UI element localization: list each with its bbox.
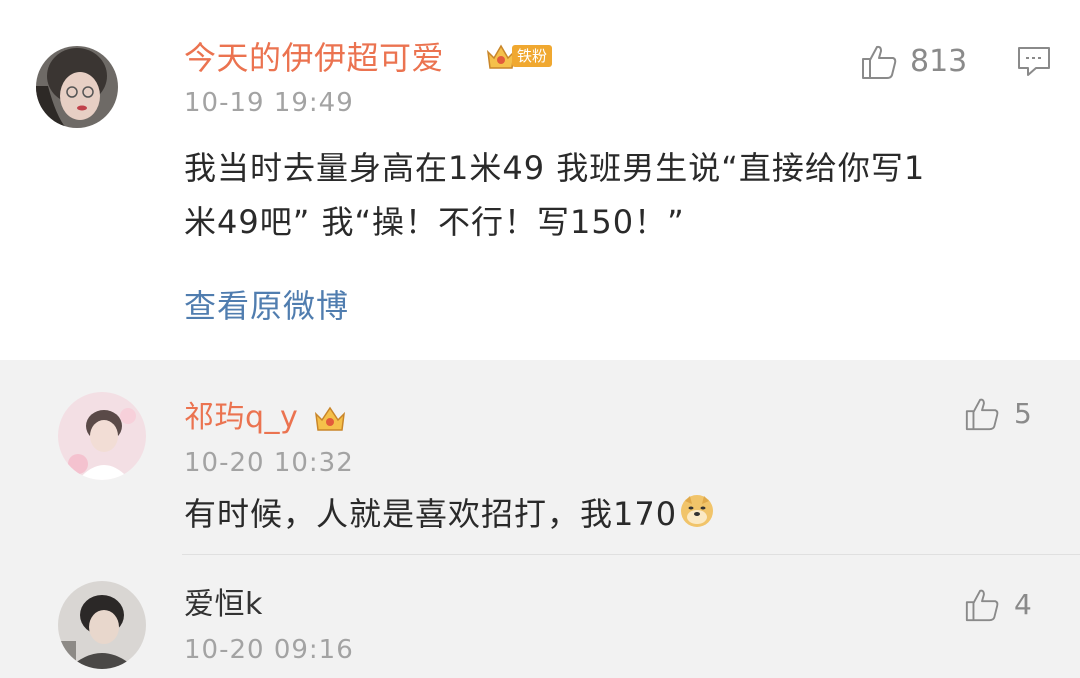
comment-text-line2: 米49吧” 我“操！不行！写150！”: [184, 203, 685, 241]
view-original-link[interactable]: 查看原微博: [184, 282, 349, 330]
comment-time: 10-20 10:32: [184, 448, 354, 478]
like-button[interactable]: 4: [964, 585, 1032, 625]
comment-icon[interactable]: [1016, 44, 1052, 78]
avatar[interactable]: [58, 581, 146, 669]
username[interactable]: 今天的伊伊超可爱: [184, 34, 444, 82]
avatar[interactable]: [36, 46, 118, 128]
like-count: 5: [1014, 397, 1032, 430]
thumbs-up-icon: [965, 589, 999, 622]
comment-text-body: 有时候，人就是喜欢招打，我170: [184, 495, 678, 533]
main-comment: 今天的伊伊超可爱 铁粉 10-19 19:49 813 我当时去量身高在1米49…: [0, 0, 1080, 360]
reply-list: 祁玙q_y 10-20 10:32 5 有时候，人就是喜欢招打，我170 爱恒k…: [0, 360, 1080, 678]
username[interactable]: 祁玙q_y: [184, 396, 298, 440]
like-count: 813: [910, 44, 968, 79]
list-item: 祁玙q_y 10-20 10:32 5 有时候，人就是喜欢招打，我170: [0, 360, 1080, 554]
crown-icon: [314, 406, 346, 431]
badge-label: 铁粉: [512, 45, 553, 67]
like-button[interactable]: 5: [964, 394, 1032, 434]
comment-time: 10-20 09:16: [184, 635, 354, 665]
fan-badge: 铁粉: [484, 40, 564, 72]
like-count: 4: [1014, 588, 1032, 621]
avatar[interactable]: [58, 392, 146, 480]
comment-text: 有时候，人就是喜欢招打，我170: [184, 490, 715, 538]
comment-time: 10-19 19:49: [184, 88, 354, 118]
doge-emoji: [681, 495, 714, 527]
comment-text-line1: 我当时去量身高在1米49 我班男生说“直接给你写1: [184, 149, 926, 187]
like-button[interactable]: 813: [860, 42, 967, 82]
username[interactable]: 爱恒k: [184, 583, 263, 627]
thumbs-up-icon: [965, 398, 999, 431]
thumbs-up-icon: [862, 45, 897, 79]
list-item: 爱恒k 10-20 09:16 4: [0, 555, 1080, 678]
